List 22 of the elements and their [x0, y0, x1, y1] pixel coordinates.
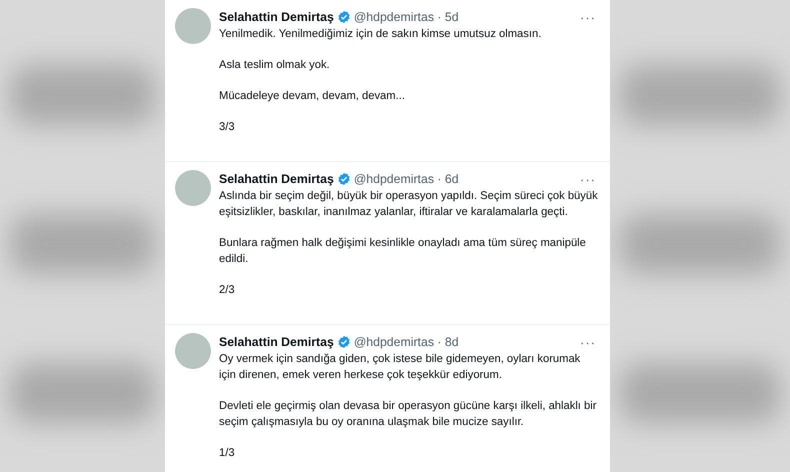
more-options-button[interactable]: ··· [578, 172, 598, 186]
tweet-text: Oy vermek için sandığa giden, çok istese bile gidemeyen, oyları korumak için direnen, emek veren herkese çok teşekkür ediyorum. [219, 352, 582, 383]
tweet-text: 3/3 [219, 120, 236, 135]
author-name[interactable]: Selahattin Demirtaş [219, 335, 334, 349]
tweet-text: Mücadeleye devam, devam, devam... [219, 89, 406, 104]
avatar[interactable] [175, 170, 211, 206]
tweet-text: Yenilmedik. Yenilmediğimiz için de sakın kimse umutsuz olmasın. [219, 27, 542, 42]
handle-and-time[interactable]: @hdpdemirtas · 5d [354, 10, 459, 24]
avatar[interactable] [175, 8, 211, 44]
tweet-text: 1/3 [219, 446, 236, 461]
tweet-text: Bunlara rağmen halk değişimi kesinlikle onayladı ama tüm süreç manipüle edildi. [219, 236, 587, 267]
more-options-button[interactable]: ··· [578, 10, 598, 24]
tweet-text: Asla teslim olmak yok. [219, 58, 331, 73]
handle-and-time[interactable]: @hdpdemirtas · 8d [354, 335, 459, 349]
avatar[interactable] [175, 333, 211, 369]
author-name[interactable]: Selahattin Demirtaş [219, 10, 334, 24]
author-name[interactable]: Selahattin Demirtaş [219, 172, 334, 186]
handle-and-time[interactable]: @hdpdemirtas · 6d [354, 172, 459, 186]
tweet-text: 2/3 [219, 283, 236, 298]
more-options-button[interactable]: ··· [578, 334, 598, 350]
tweet-text: Aslında bir seçim değil, büyük bir operasyon yapıldı. Seçim süreci çok büyük eşitsizlikler, baskılar, inanılmaz yalanlar, iftiralar ve karalamalarla geçti. [219, 189, 598, 220]
tweet-text: Devleti ele geçirmiş olan devasa bir operasyon gücüne karşı ilkeli, ahlaklı bir seçim çalışmasıyla bu oy oranına ulaşmak bile mucize sayılır. [219, 399, 598, 430]
